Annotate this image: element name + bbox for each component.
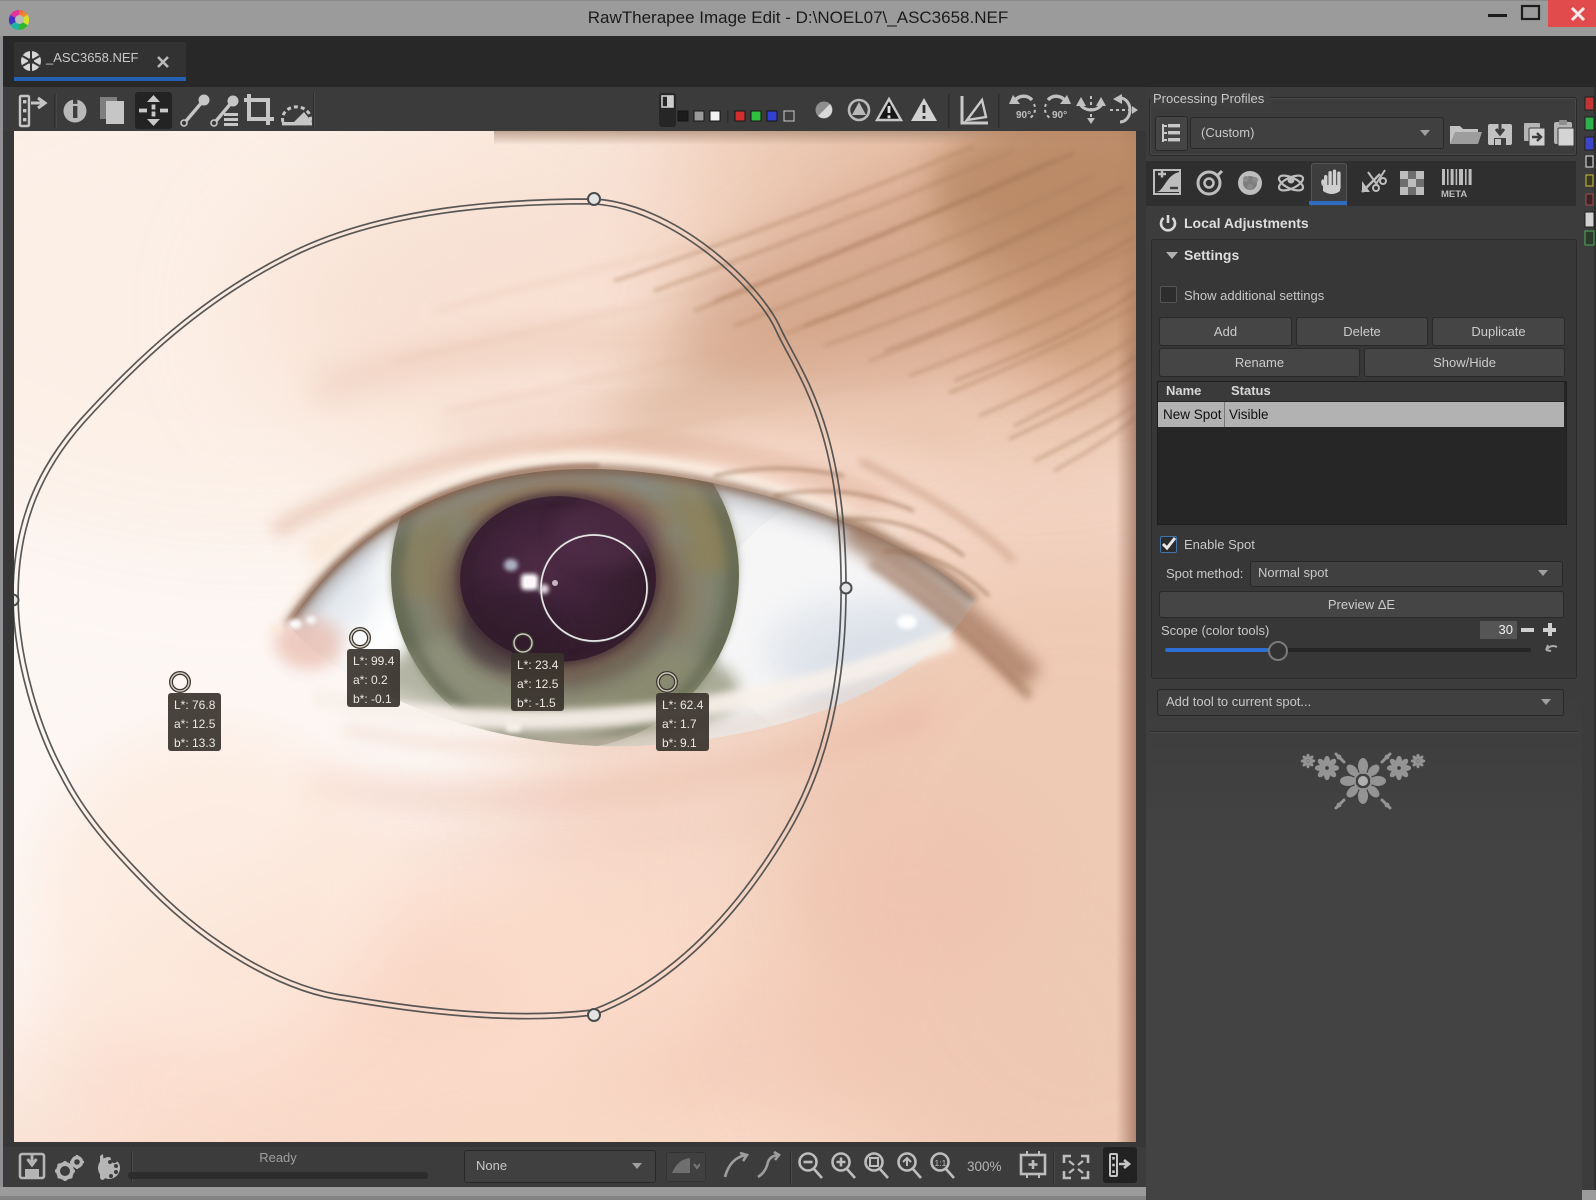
svg-text:L*: 99.4: L*: 99.4 bbox=[353, 654, 395, 668]
svg-text:a*: 12.5: a*: 12.5 bbox=[517, 677, 559, 691]
svg-text:b*: -0.1: b*: -0.1 bbox=[353, 692, 392, 706]
svg-text:90°: 90° bbox=[1016, 110, 1031, 121]
svg-text:a*: 1.7: a*: 1.7 bbox=[662, 717, 697, 731]
svg-text:b*: -1.5: b*: -1.5 bbox=[517, 696, 556, 710]
svg-text:300%: 300% bbox=[967, 1159, 1002, 1174]
svg-text:b*: 9.1: b*: 9.1 bbox=[662, 736, 697, 750]
svg-text:META: META bbox=[1441, 189, 1467, 200]
svg-text:1:1: 1:1 bbox=[935, 1158, 947, 1168]
svg-text:L*: 62.4: L*: 62.4 bbox=[662, 698, 704, 712]
svg-text:a*: 0.2: a*: 0.2 bbox=[353, 673, 388, 687]
svg-text:a*: 12.5: a*: 12.5 bbox=[174, 717, 216, 731]
svg-text:L*: 76.8: L*: 76.8 bbox=[174, 698, 216, 712]
svg-text:90°: 90° bbox=[1052, 110, 1067, 121]
svg-text:L*: 23.4: L*: 23.4 bbox=[517, 658, 559, 672]
svg-text:b*: 13.3: b*: 13.3 bbox=[174, 736, 216, 750]
